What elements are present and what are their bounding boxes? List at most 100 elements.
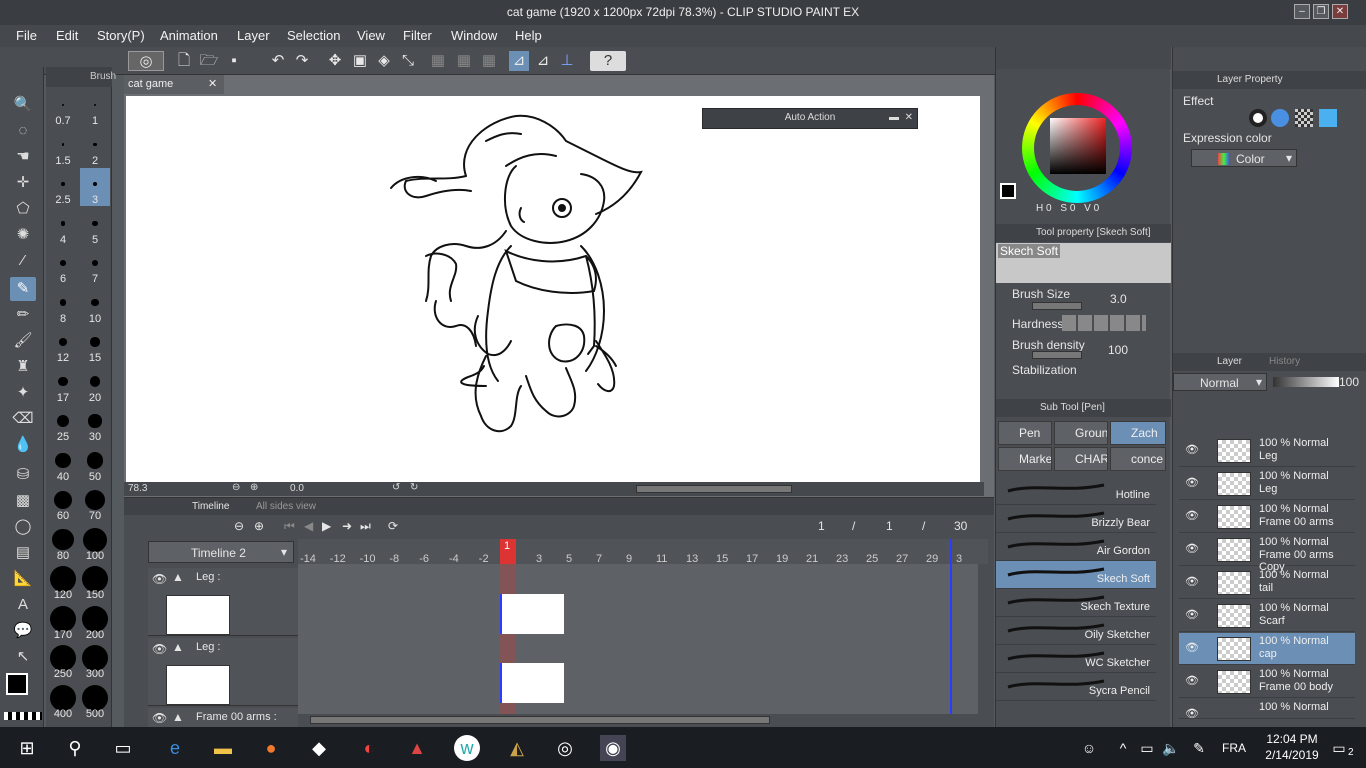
menu-window[interactable]: Window	[451, 28, 497, 43]
selection-tool-icon[interactable]: ⬠	[10, 197, 36, 221]
snap-ruler-icon[interactable]: ⊿	[509, 51, 529, 71]
main-color-swatch[interactable]	[6, 673, 28, 695]
menu-selection[interactable]: Selection	[287, 28, 340, 43]
brush-size-option[interactable]: 60	[48, 484, 78, 522]
effect-pattern-icon[interactable]	[1295, 109, 1313, 127]
clip-studio-paint-taskbar-icon[interactable]: ◉	[600, 735, 626, 761]
eye-icon[interactable]: 👁	[1185, 476, 1199, 489]
app-icon[interactable]: ◆	[306, 735, 332, 761]
balloon-icon[interactable]: 💬	[10, 619, 36, 643]
layer-row[interactable]: 👁 100 % Normal Frame 00 arms	[1179, 501, 1355, 533]
brush-size-option[interactable]: 6	[48, 247, 78, 285]
brush-size-option[interactable]: 70	[80, 484, 110, 522]
clock-date[interactable]: 2/14/2019	[1262, 748, 1322, 762]
brush-size-slider[interactable]	[1032, 302, 1082, 310]
menu-edit[interactable]: Edit	[56, 28, 78, 43]
effect-color-icon[interactable]	[1319, 109, 1337, 127]
canvas-horizontal-scrollbar[interactable]	[636, 485, 792, 493]
move-tool-icon[interactable]: ✛	[10, 171, 36, 195]
history-tab[interactable]: History	[1269, 353, 1300, 371]
keyframe-cel[interactable]	[500, 594, 564, 634]
current-color-swatch[interactable]	[1000, 183, 1016, 199]
play-icon[interactable]: ▶	[322, 519, 331, 533]
timeline-layer-row[interactable]: 👁 ▲ Frame 00 arms :	[148, 708, 298, 728]
eye-icon[interactable]: 👁	[152, 642, 167, 656]
volume-icon[interactable]: 🔈	[1158, 735, 1184, 761]
frame-icon[interactable]: ▤	[10, 541, 36, 565]
blend-mode-select[interactable]: Normal ▾	[1173, 373, 1267, 391]
magic-wand-icon[interactable]: ✺	[10, 223, 36, 247]
subtool-group-char[interactable]: CHAR	[1054, 447, 1108, 471]
brush-size-option[interactable]: 15	[80, 326, 110, 364]
brush-size-option[interactable]: 400	[48, 682, 78, 720]
timeline-layer-row[interactable]: 👁 ▲ Leg :	[148, 638, 298, 706]
expression-color-select[interactable]: Color ▾	[1191, 149, 1297, 167]
brush-size-option[interactable]: 170	[48, 603, 78, 641]
transparent-color-swatch[interactable]	[4, 712, 42, 720]
next-frame-icon[interactable]: ➜	[342, 519, 352, 533]
subtool-group-pen[interactable]: Pen	[998, 421, 1052, 445]
timeline-tab[interactable]: Timeline	[192, 501, 229, 512]
brush-list-item[interactable]: Sycra Pencil	[996, 673, 1156, 701]
airbrush-icon[interactable]: ♜	[10, 355, 36, 379]
layer-row[interactable]: 👁 100 % Normal	[1179, 699, 1355, 720]
figure-icon[interactable]: ◯	[10, 515, 36, 539]
subtool-group-concept[interactable]: conce	[1110, 447, 1166, 471]
eye-icon[interactable]: 👁	[1185, 443, 1199, 456]
eye-icon[interactable]: 👁	[1185, 608, 1199, 621]
brush-size-option[interactable]: 2.5	[48, 168, 78, 206]
text-tool-icon[interactable]: A	[10, 593, 36, 617]
help-icon[interactable]: ?	[590, 51, 626, 71]
eye-icon[interactable]: 👁	[1185, 509, 1199, 522]
brush-density-value[interactable]: 100	[1108, 343, 1128, 357]
brush-size-option[interactable]: 4	[48, 208, 78, 246]
eye-icon[interactable]: 👁	[152, 572, 167, 586]
close-panel-icon[interactable]: ✕	[905, 109, 913, 127]
brush-size-option[interactable]: 250	[48, 642, 78, 680]
brush-size-option[interactable]: 500	[80, 682, 110, 720]
snap-special-icon[interactable]: ⊥	[557, 51, 577, 71]
menu-animation[interactable]: Animation	[160, 28, 218, 43]
eyedropper-icon[interactable]: ⁄	[10, 249, 36, 273]
brush-size-option[interactable]: 40	[48, 445, 78, 483]
grid-icon[interactable]: ▦	[454, 51, 474, 71]
undo-icon[interactable]: ↶	[268, 51, 288, 71]
eye-icon[interactable]: 👁	[1185, 707, 1199, 720]
brush-size-option[interactable]: 80	[48, 524, 78, 562]
close-tab-icon[interactable]: ✕	[208, 77, 217, 90]
brush-list-item[interactable]: Skech Soft	[996, 561, 1156, 589]
menu-story[interactable]: Story(P)	[97, 28, 145, 43]
zoom-out-icon[interactable]: ⊖	[232, 482, 240, 493]
opacity-slider[interactable]	[1273, 377, 1339, 387]
timeline-selector[interactable]: Timeline 2 ▾	[148, 541, 294, 563]
language-indicator[interactable]: FRA	[1222, 741, 1246, 755]
pen-workspace-icon[interactable]: ✎	[1186, 735, 1212, 761]
brush-size-option[interactable]: 20	[80, 366, 110, 404]
zoom-tool-icon[interactable]: 🔍	[10, 93, 36, 117]
brush-size-option[interactable]: 100	[80, 524, 110, 562]
loop-icon[interactable]: ⟳	[388, 519, 398, 533]
auto-action-panel[interactable]: Auto Action ▬ ✕	[702, 108, 918, 129]
brush-tool-icon[interactable]: 🖌	[10, 329, 36, 353]
task-view-icon[interactable]: ▭	[110, 735, 136, 761]
gradient-icon[interactable]: ▩	[10, 489, 36, 513]
brush-size-option[interactable]: 50	[80, 445, 110, 483]
brush-list-item[interactable]: Hotline	[996, 477, 1156, 505]
timeline-tracks[interactable]	[298, 564, 978, 714]
league-icon[interactable]: ◭	[504, 735, 530, 761]
zoom-in-timeline-icon[interactable]: ⊕	[254, 519, 264, 533]
timeline-layer-row[interactable]: 👁 ▲ Leg :	[148, 568, 298, 636]
pen-tool-icon[interactable]: ✎	[10, 277, 36, 301]
menu-layer[interactable]: Layer	[237, 28, 270, 43]
eye-icon[interactable]: 👁	[1185, 674, 1199, 687]
all-sides-view-tab[interactable]: All sides view	[256, 501, 316, 512]
menu-help[interactable]: Help	[515, 28, 542, 43]
zoom-in-icon[interactable]: ⊕	[250, 482, 258, 493]
brush-size-option[interactable]: 1.5	[48, 129, 78, 167]
redo-icon[interactable]: ↷	[292, 51, 312, 71]
brush-list-item[interactable]: WC Sketcher	[996, 645, 1156, 673]
brush-size-option[interactable]: 10	[80, 287, 110, 325]
clip-studio-icon[interactable]: ◎	[128, 51, 164, 71]
brush-size-option[interactable]: 5	[80, 208, 110, 246]
people-icon[interactable]: ☺	[1076, 735, 1102, 761]
